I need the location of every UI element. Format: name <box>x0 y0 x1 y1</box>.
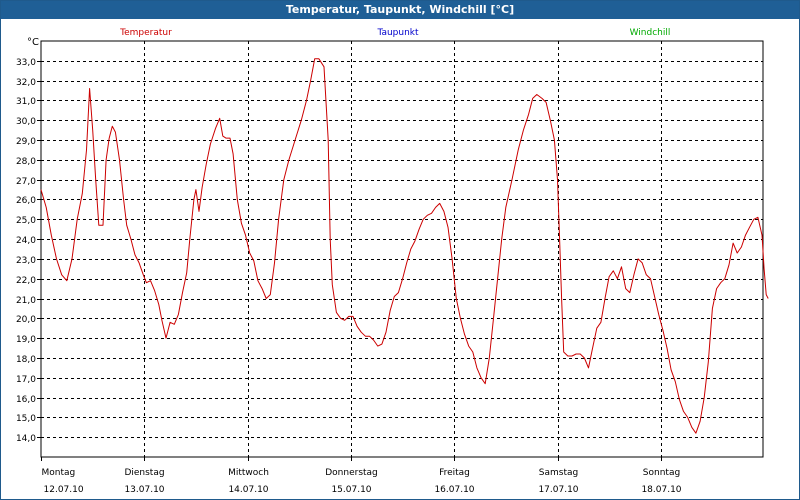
y-tick-label: 26,0 <box>16 196 36 206</box>
y-tick-label: 22,0 <box>16 276 36 286</box>
x-date-label: 13.07.10 <box>124 485 164 495</box>
y-tick-label: 15,0 <box>16 414 36 424</box>
y-tick-label: 17,0 <box>16 375 36 385</box>
x-day-label: Mittwoch <box>228 468 269 478</box>
x-date-label: 16.07.10 <box>434 485 474 495</box>
legend-entry-temperatur: Temperatur <box>119 28 172 38</box>
legend-entry-taupunkt: Taupunkt <box>376 28 419 38</box>
y-tick-label: 24,0 <box>16 236 36 246</box>
y-tick-label: 28,0 <box>16 157 36 167</box>
y-tick-label: 21,0 <box>16 296 36 306</box>
x-date-label: 18.07.10 <box>641 485 681 495</box>
y-tick-label: 16,0 <box>16 395 36 405</box>
y-tick-label: 18,0 <box>16 355 36 365</box>
series-lines <box>40 58 769 434</box>
y-tick-label: 32,0 <box>16 78 36 88</box>
y-tick-label: 23,0 <box>16 256 36 266</box>
y-tick-label: 20,0 <box>16 315 36 325</box>
plot-frame <box>40 40 764 458</box>
x-date-label: 17.07.10 <box>538 485 578 495</box>
x-date-label: 14.07.10 <box>228 485 268 495</box>
grid-lines <box>41 41 763 457</box>
y-tick-label: 33,0 <box>16 58 36 68</box>
x-day-label: Donnerstag <box>325 468 378 478</box>
y-tick-label: 14,0 <box>16 434 36 444</box>
x-date-label: 15.07.10 <box>331 485 371 495</box>
y-tick-label: 30,0 <box>16 117 36 127</box>
y-axis-label: °C <box>27 37 39 48</box>
axes: 14,0 15,0 16,0 17,0 18,0 19,0 20,0 21,0 22,0 23,0… <box>16 37 764 495</box>
x-day-label: Dienstag <box>124 468 164 478</box>
series-line-temperatur <box>40 58 769 434</box>
x-date-label: 12.07.10 <box>44 485 84 495</box>
x-day-label: Freitag <box>439 468 470 478</box>
chart-svg: 14,0 15,0 16,0 17,0 18,0 19,0 20,0 21,0 22,0 23,0… <box>16 28 769 495</box>
legend: Temperatur Taupunkt Windchill <box>119 28 670 38</box>
y-tick-label: 27,0 <box>16 177 36 187</box>
y-tick-label: 29,0 <box>16 137 36 147</box>
legend-entry-windchill: Windchill <box>630 28 671 38</box>
x-day-label: Sonntag <box>643 468 680 478</box>
y-tick-label: 31,0 <box>16 97 36 107</box>
x-day-label: Montag <box>42 468 76 478</box>
x-day-label: Samstag <box>539 468 578 478</box>
chart-window: Temperatur, Taupunkt, Windchill [°C] 14,… <box>0 0 800 500</box>
y-tick-label: 19,0 <box>16 335 36 345</box>
chart-title: Temperatur, Taupunkt, Windchill [°C] <box>1 1 799 19</box>
y-tick-label: 25,0 <box>16 216 36 226</box>
